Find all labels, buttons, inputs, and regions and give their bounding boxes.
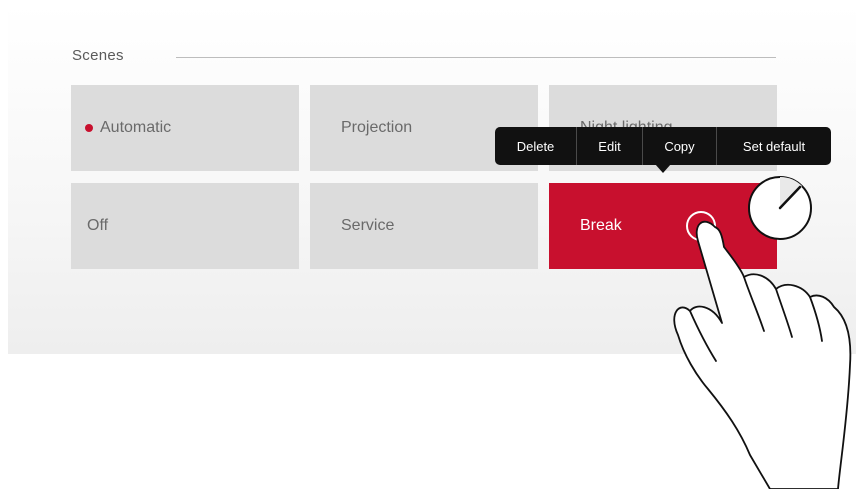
scene-tile-automatic[interactable]: Automatic (71, 85, 299, 171)
active-status-dot-icon (85, 124, 93, 132)
menu-item-edit[interactable]: Edit (576, 127, 642, 165)
scene-tile-service[interactable]: Service (310, 183, 538, 269)
context-menu: Delete Edit Copy Set default (495, 127, 831, 165)
menu-item-delete[interactable]: Delete (495, 127, 576, 165)
long-press-timer-icon (748, 176, 812, 240)
scene-label: Projection (341, 119, 413, 136)
scene-label: Automatic (100, 119, 172, 136)
scene-tile-off[interactable]: Off (71, 183, 299, 269)
section-title: Scenes (72, 47, 124, 64)
hand-pointer-icon (673, 220, 852, 489)
scene-label: Break (580, 217, 622, 234)
scene-label: Service (341, 217, 395, 234)
section-divider (176, 57, 776, 58)
menu-item-copy[interactable]: Copy (642, 127, 716, 165)
scene-label: Off (87, 217, 109, 234)
menu-item-set-default[interactable]: Set default (716, 127, 831, 165)
menu-caret (655, 164, 671, 173)
